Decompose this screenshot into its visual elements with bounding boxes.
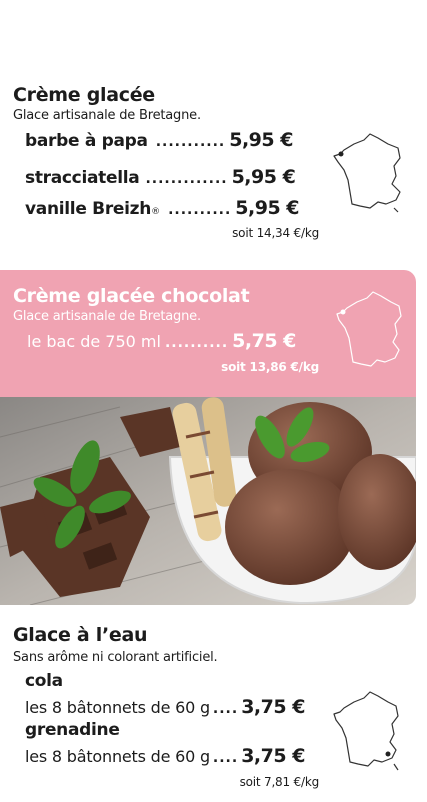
chocolate-ice-cream-photo [0,397,416,605]
leader-dots: ............. [145,171,228,187]
product-name: le bac de 750 ml [27,332,161,351]
product-price: 5,95 € [235,197,299,219]
product-price: 5,95 € [231,166,296,188]
section-title-creme-glacee-chocolat: Crème glacée chocolat [13,285,250,307]
product-row-bac-750ml: le bac de 750 ml .......... 5,75 € [27,330,296,352]
pack-size: les 8 bâtonnets de 60 g [25,747,210,766]
product-row-stracciatella: stracciatella ............. 5,95 € [25,166,296,188]
pack-size: les 8 bâtonnets de 60 g [25,698,210,717]
leader-dots: .......... [168,202,232,218]
product-name: barbe à papa [25,131,148,151]
section-title-glace-a-l-eau: Glace à l’eau [13,624,148,646]
section-title-creme-glacee: Crème glacée [13,84,155,106]
product-price: 5,75 € [232,330,296,352]
product-price: 5,95 € [229,129,293,151]
product-row-barbe-a-papa: barbe à papa ........... 5,95 € [25,129,293,151]
registered-mark: ® [151,207,161,217]
leader-dots: .......... [164,335,229,351]
france-map-icon [336,291,402,367]
product-name-grenadine: grenadine [25,720,120,740]
france-map-icon [333,691,399,771]
product-price: 3,75 € [241,696,305,718]
product-price: 3,75 € [241,745,305,767]
price-per-kg: soit 7,81 €/kg [239,775,320,789]
price-per-kg: soit 13,86 €/kg [221,360,319,374]
product-name: vanille Breizh [25,199,152,219]
leader-dots: ........... [155,134,226,150]
product-row-cola: les 8 bâtonnets de 60 g .... 3,75 € [25,696,305,718]
section-subtitle: Sans arôme ni colorant artificiel. [13,650,218,665]
section-subtitle: Glace artisanale de Bretagne. [13,108,201,123]
section-subtitle: Glace artisanale de Bretagne. [13,309,201,324]
france-map-icon [333,133,401,213]
leader-dots: .... [212,750,239,766]
product-name: stracciatella [25,168,140,188]
product-row-grenadine: les 8 bâtonnets de 60 g .... 3,75 € [25,745,305,767]
product-name-cola: cola [25,671,63,691]
leader-dots: .... [212,701,239,717]
product-row-vanille-breizh: vanille Breizh ® .......... 5,95 € [25,197,299,219]
price-per-kg: soit 14,34 €/kg [232,226,319,240]
